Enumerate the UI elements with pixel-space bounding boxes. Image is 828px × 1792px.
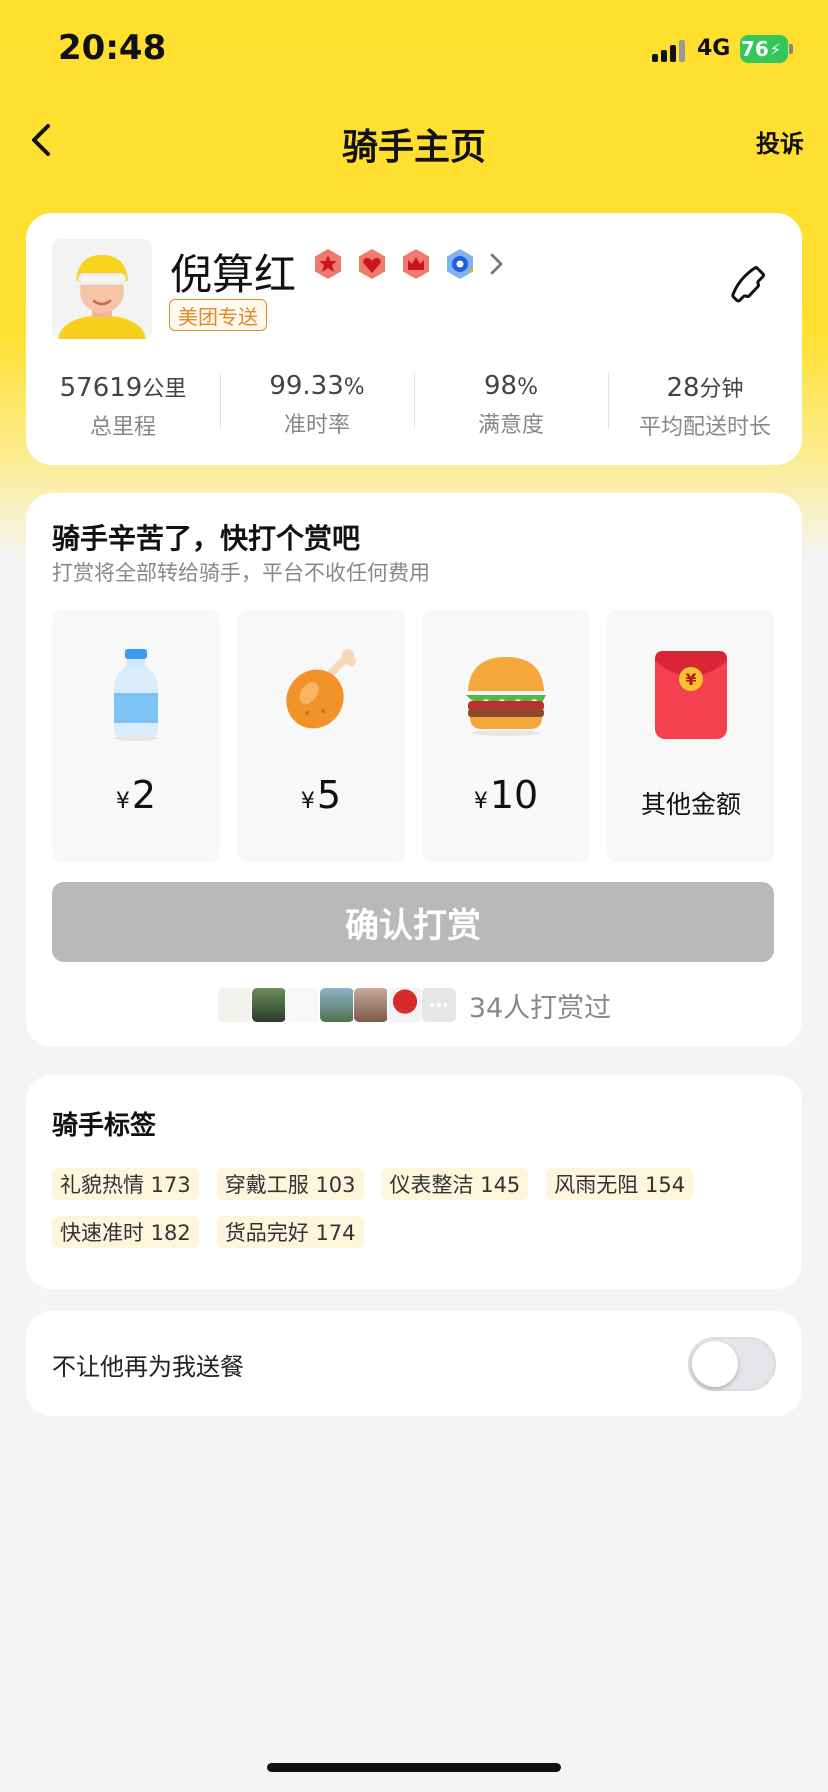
- stat-satisfaction: 98% 满意度: [414, 371, 608, 441]
- battery-tip: [789, 44, 793, 54]
- rider-tag: 仪表整洁 145: [381, 1168, 529, 1200]
- tip-option-other[interactable]: ¥ 其他金额: [607, 609, 775, 863]
- tipper-avatars: ⋯: [216, 987, 457, 1023]
- tip-options: ¥2 ¥5 ¥10 ¥ 其他金额: [52, 609, 775, 863]
- star-badge-icon: [315, 249, 341, 279]
- tipper-avatar: [352, 987, 389, 1023]
- tip-card: 骑手辛苦了，快打个赏吧 打赏将全部转给骑手，平台不收任何费用 ¥2 ¥5 ¥10…: [26, 493, 802, 1047]
- stat-label: 总里程: [89, 415, 156, 440]
- tip-amount-value: 5: [316, 773, 342, 817]
- rider-tag: 货品完好 174: [216, 1216, 364, 1248]
- svg-text:¥: ¥: [685, 670, 696, 689]
- currency-symbol: ¥: [115, 789, 130, 814]
- tipper-avatar: [284, 987, 321, 1023]
- confirm-tip-button[interactable]: 确认打赏: [52, 882, 774, 962]
- block-rider-toggle[interactable]: [688, 1337, 776, 1391]
- rider-tag: 礼貌热情 173: [52, 1168, 199, 1200]
- tipper-avatar: [318, 987, 355, 1023]
- rider-tag: 快速准时 182: [52, 1216, 199, 1248]
- tipper-avatar: [250, 987, 287, 1023]
- rider-tag: 穿戴工服 103: [216, 1168, 364, 1200]
- tip-option-10[interactable]: ¥10: [422, 609, 590, 863]
- tip-title: 骑手辛苦了，快打个赏吧: [52, 522, 361, 555]
- tip-option-2[interactable]: ¥2: [52, 609, 220, 863]
- stat-label: 准时率: [283, 413, 350, 438]
- more-tippers-icon: ⋯: [420, 987, 457, 1023]
- status-time: 20:48: [58, 28, 167, 68]
- crown-badge-icon: [403, 249, 429, 279]
- stat-avg-delivery-time: 28分钟 平均配送时长: [608, 371, 802, 441]
- tippers-count: 34人打赏过: [468, 992, 612, 1024]
- block-rider-label: 不让他再为我送餐: [52, 1353, 244, 1381]
- rider-name: 倪算红: [170, 250, 297, 299]
- stat-unit: 公里: [142, 377, 187, 402]
- currency-symbol: ¥: [473, 789, 488, 814]
- water-bottle-icon: [114, 649, 158, 741]
- nav-bar: 骑手主页 投诉: [0, 100, 828, 180]
- tip-amount-value: 2: [131, 773, 157, 817]
- page-title: 骑手主页: [341, 127, 486, 168]
- chevron-right-icon: [490, 253, 503, 275]
- status-bar: 20:48 4G 76 ⚡: [0, 0, 828, 100]
- tip-amount: ¥5: [237, 773, 405, 817]
- heart-badge-icon: [359, 249, 385, 279]
- rider-tags-card: 骑手标签 礼貌热情 173 穿戴工服 103 仪表整洁 145 风雨无阻 154…: [26, 1075, 802, 1289]
- tipper-avatar: [386, 987, 423, 1023]
- tags-title: 骑手标签: [52, 1111, 157, 1141]
- rider-avatar: [52, 239, 152, 339]
- stat-value: 99.33: [269, 371, 344, 401]
- stat-label: 满意度: [477, 413, 544, 438]
- currency-symbol: ¥: [300, 789, 315, 814]
- stat-unit: 分钟: [699, 377, 744, 402]
- rider-avatar-icon: [52, 239, 152, 339]
- complain-button[interactable]: 投诉: [756, 124, 804, 159]
- stat-value: 57619: [59, 373, 143, 403]
- network-type: 4G: [697, 36, 731, 61]
- blue-gear-badge-icon: [447, 249, 473, 279]
- stat-unit: %: [517, 375, 538, 400]
- home-indicator: [267, 1763, 561, 1772]
- tippers-row[interactable]: ⋯ 34人打赏过: [26, 985, 802, 1025]
- stat-unit: %: [343, 375, 365, 400]
- rider-tag: 风雨无阻 154: [546, 1168, 694, 1200]
- chicken-leg-icon: [286, 649, 356, 729]
- burger-icon: [466, 657, 546, 736]
- call-rider-button[interactable]: [728, 263, 772, 307]
- stat-total-distance: 57619公里 总里程: [26, 371, 220, 441]
- block-rider-card: 不让他再为我送餐: [26, 1311, 802, 1416]
- battery-icon: 76 ⚡: [740, 35, 788, 63]
- tip-amount-value: 10: [489, 773, 539, 817]
- rider-badges[interactable]: [312, 248, 506, 280]
- toggle-knob: [692, 1341, 738, 1387]
- red-envelope-icon: ¥: [655, 651, 727, 739]
- tip-option-5[interactable]: ¥5: [237, 609, 405, 863]
- tipper-avatar: [216, 987, 253, 1023]
- tip-amount: ¥10: [422, 773, 590, 817]
- signal-icon: [652, 38, 690, 62]
- tags-list: 礼貌热情 173 穿戴工服 103 仪表整洁 145 风雨无阻 154 快速准时…: [52, 1168, 772, 1248]
- tip-subtitle: 打赏将全部转给骑手，平台不收任何费用: [52, 561, 430, 585]
- tip-amount: ¥2: [52, 773, 220, 817]
- brand-tag: 美团专送: [169, 299, 267, 331]
- tip-other-label: 其他金额: [640, 790, 741, 819]
- phone-icon: [731, 266, 765, 303]
- rider-stats: 57619公里 总里程 99.33% 准时率 98% 满意度 28分钟 平均配送…: [26, 371, 802, 441]
- stat-on-time-rate: 99.33% 准时率: [220, 371, 414, 441]
- stat-value: 28: [666, 373, 700, 403]
- stat-label: 平均配送时长: [638, 415, 771, 440]
- battery-level: 76: [740, 37, 769, 61]
- stat-value: 98: [484, 371, 518, 401]
- rider-card: 倪算红 美团专送 57619公里 总里程 99.33% 准时率 98% 满意度 …: [26, 213, 802, 465]
